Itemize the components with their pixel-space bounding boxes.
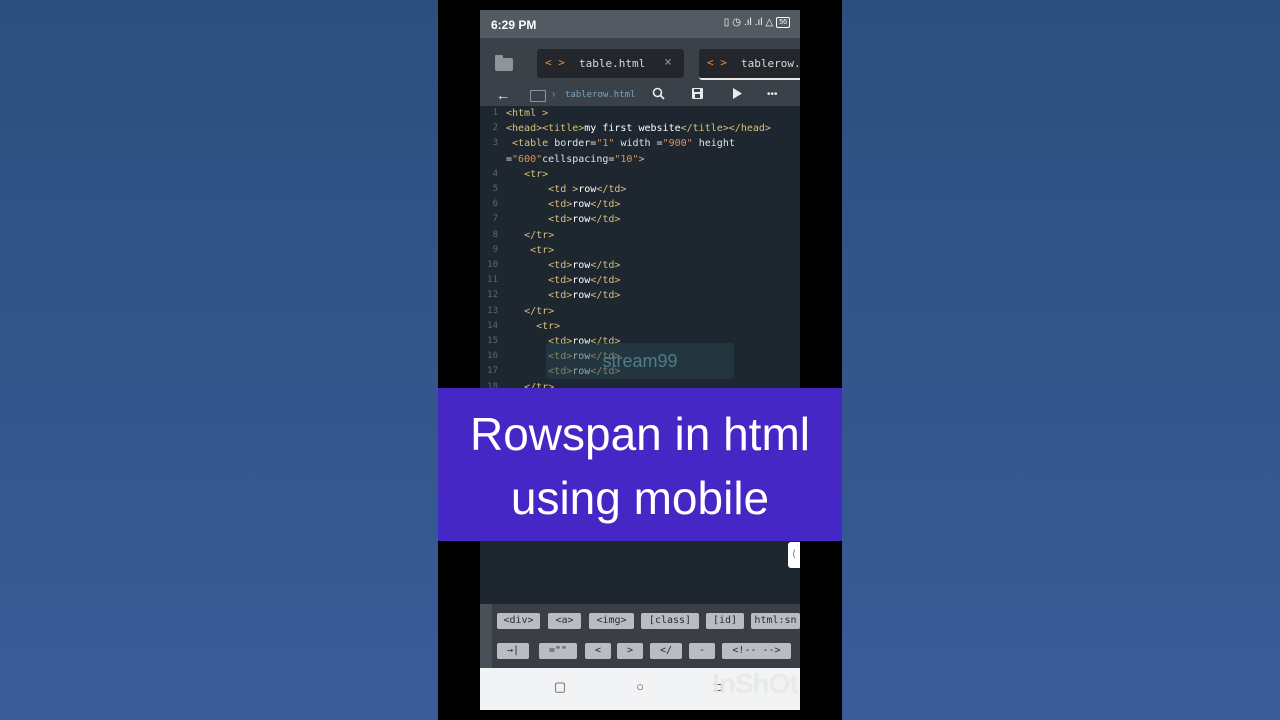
line-number: 11: [487, 275, 498, 286]
folder-outline-icon[interactable]: [530, 90, 546, 102]
code-line[interactable]: 14 <tr>: [480, 321, 800, 336]
banner-line-1: Rowspan in html: [469, 408, 811, 460]
key-html-snippet[interactable]: html:sn: [751, 613, 800, 629]
code-text[interactable]: <td>row</td>: [506, 290, 620, 301]
home-icon[interactable]: ○: [633, 680, 647, 694]
code-line[interactable]: 4 <tr>: [480, 169, 800, 184]
signal-icon: .ıl: [743, 17, 752, 28]
code-icon: < >: [707, 56, 727, 69]
search-icon[interactable]: [652, 87, 665, 103]
code-text[interactable]: <tr>: [506, 321, 560, 332]
code-line[interactable]: 8 </tr>: [480, 230, 800, 245]
editor-toolbar: ← › tablerow.html •••: [480, 86, 800, 106]
line-number: 14: [487, 320, 498, 331]
key-id[interactable]: [id]: [706, 613, 744, 629]
code-text[interactable]: </tr>: [506, 230, 554, 241]
line-number: 6: [492, 199, 498, 210]
key-class[interactable]: [class]: [641, 613, 699, 629]
line-number: 5: [492, 184, 498, 194]
battery-icon: 56: [776, 17, 790, 28]
alarm-icon: ◷: [732, 17, 741, 28]
code-line[interactable]: 7 <td>row</td>: [480, 214, 800, 229]
code-line[interactable]: 9 <tr>: [480, 245, 800, 260]
folder-icon[interactable]: [495, 55, 513, 71]
line-number: 12: [487, 290, 498, 301]
code-text[interactable]: <td>row</td>: [506, 260, 620, 271]
key-tab[interactable]: →|: [497, 643, 529, 659]
line-number: 17: [487, 366, 498, 377]
code-line[interactable]: 2 <head><title>my first website</title></…: [480, 123, 800, 138]
warning-icon: △: [765, 17, 774, 28]
code-text[interactable]: <td>row</td>: [506, 199, 620, 210]
code-line[interactable]: 6 <td>row</td>: [480, 199, 800, 214]
symbol-keyboard: <div> <a> <img> [class] [id] html:sn →| …: [480, 604, 800, 668]
line-number: 8: [492, 229, 498, 240]
tab-table-html[interactable]: < > table.html ×: [537, 49, 684, 78]
tab-label: tablerow.h: [741, 57, 800, 70]
status-icons: ▯ ◷ .ıl .ıl △ 56: [724, 17, 790, 28]
key-div[interactable]: <div>: [497, 613, 540, 629]
line-number: 2: [492, 123, 498, 134]
key-equals-quotes[interactable]: ="": [539, 643, 577, 659]
recent-apps-icon[interactable]: ▢: [553, 680, 567, 694]
code-text[interactable]: <td>row</td>: [506, 214, 620, 225]
code-text[interactable]: <tr>: [506, 169, 548, 180]
code-line[interactable]: 1 <html >: [480, 108, 800, 123]
code-text[interactable]: <td>row</td>: [506, 275, 620, 286]
key-greater-than[interactable]: >: [617, 643, 643, 659]
signal-icon-2: .ıl: [754, 17, 763, 28]
code-line[interactable]: 11 <td>row</td>: [480, 275, 800, 290]
key-comment[interactable]: <!-- -->: [722, 643, 791, 659]
channel-watermark: stream99: [546, 343, 734, 379]
tab-tablerow-html[interactable]: < > tablerow.h: [699, 49, 800, 80]
chevron-right-icon: ›: [552, 89, 556, 100]
code-line[interactable]: 3 <table border="1" width ="900" height: [480, 138, 800, 153]
key-close-tag[interactable]: </: [650, 643, 682, 659]
title-banner: Rowspan in html using mobile: [438, 388, 842, 541]
code-line[interactable]: 13 </tr>: [480, 306, 800, 321]
status-time: 6:29 PM: [491, 18, 537, 32]
key-less-than[interactable]: <: [585, 643, 611, 659]
side-panel-handle[interactable]: ⟨: [788, 542, 800, 568]
code-text[interactable]: ="600"cellspacing="10">: [506, 154, 645, 165]
code-text[interactable]: </tr>: [506, 306, 554, 317]
code-icon: < >: [545, 56, 565, 69]
code-line[interactable]: ="600"cellspacing="10">: [480, 154, 800, 169]
status-bar: 6:29 PM ▯ ◷ .ıl .ıl △ 56: [480, 10, 800, 38]
inshot-watermark: InShOt: [712, 668, 799, 699]
key-img[interactable]: <img>: [589, 613, 634, 629]
keyboard-side-strip[interactable]: [480, 604, 492, 668]
code-text[interactable]: <table border="1" width ="900" height: [506, 138, 735, 149]
line-number: 4: [492, 168, 498, 179]
breadcrumb-filename[interactable]: tablerow.html: [565, 90, 635, 100]
code-line[interactable]: 12 <td>row</td>: [480, 290, 800, 305]
code-text[interactable]: <tr>: [506, 245, 554, 256]
line-number: 15: [487, 336, 498, 346]
code-text[interactable]: <td >row</td>: [506, 184, 626, 195]
line-number: 1: [492, 108, 498, 118]
play-icon[interactable]: [731, 87, 743, 103]
line-number: 16: [487, 351, 498, 362]
code-line[interactable]: 5 <td >row</td>: [480, 184, 800, 199]
key-a[interactable]: <a>: [548, 613, 581, 629]
more-icon[interactable]: •••: [767, 89, 778, 100]
banner-line-2: using mobile: [510, 472, 770, 524]
tab-bar: < > table.html × < > tablerow.h: [480, 38, 800, 86]
tab-label: table.html: [579, 57, 646, 70]
line-number: 13: [487, 305, 498, 316]
save-icon[interactable]: [691, 87, 704, 103]
code-text[interactable]: <html >: [506, 108, 548, 119]
line-number: 7: [492, 214, 498, 225]
code-line[interactable]: 10 <td>row</td>: [480, 260, 800, 275]
line-number: 10: [487, 260, 498, 270]
vibrate-icon: ▯: [723, 17, 730, 28]
line-number: 3: [492, 138, 498, 149]
close-icon[interactable]: ×: [664, 55, 672, 70]
key-dash[interactable]: -: [689, 643, 715, 659]
code-text[interactable]: <head><title>my first website</title></h…: [506, 123, 771, 134]
line-number: 9: [492, 244, 498, 255]
back-arrow-icon[interactable]: ←: [496, 87, 510, 103]
